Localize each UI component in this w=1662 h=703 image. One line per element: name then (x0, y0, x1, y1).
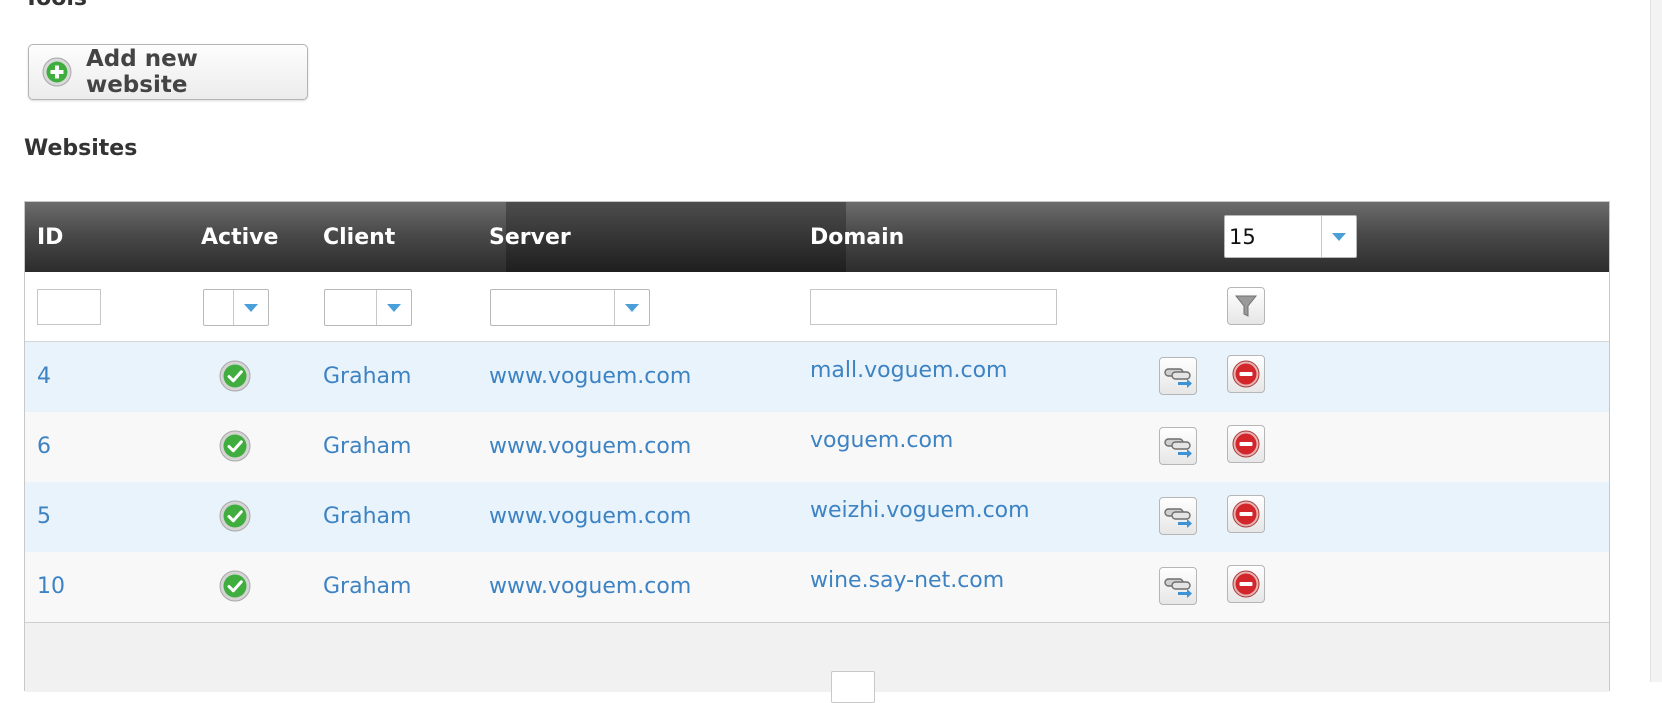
chevron-down-icon (387, 303, 401, 312)
table-header-row: ID Active Client Server Domain 15 (25, 202, 1609, 272)
add-new-website-label: Add new website (85, 46, 198, 98)
page-size-dropdown-arrow[interactable] (1321, 216, 1356, 257)
check-circle-icon (219, 500, 251, 532)
cell-id-link[interactable]: 10 (37, 574, 65, 599)
cell-server-link[interactable]: www.voguem.com (489, 434, 691, 459)
cell-client-link[interactable]: Graham (323, 504, 411, 529)
delete-button[interactable] (1227, 495, 1265, 533)
link-edit-icon (1164, 368, 1192, 388)
chevron-down-icon (1332, 232, 1346, 241)
column-header-domain[interactable]: Domain (810, 225, 904, 250)
tools-heading: Tools (24, 0, 87, 11)
link-edit-icon (1164, 578, 1192, 598)
add-new-website-button[interactable]: Add new website (28, 44, 308, 100)
column-header-server[interactable]: Server (489, 225, 571, 250)
edit-link-button[interactable] (1159, 567, 1197, 605)
filter-domain-input[interactable] (810, 289, 1057, 325)
delete-icon (1232, 360, 1260, 388)
cell-domain-link[interactable]: wine.say-net.com (810, 568, 1004, 593)
cell-client-link[interactable]: Graham (323, 434, 411, 459)
cell-domain-link[interactable]: weizhi.voguem.com (810, 498, 1030, 523)
cell-server-link[interactable]: www.voguem.com (489, 504, 691, 529)
filter-server-select[interactable] (490, 289, 650, 326)
edit-link-button[interactable] (1159, 427, 1197, 465)
plus-circle-icon (42, 57, 72, 87)
column-header-active[interactable]: Active (201, 225, 278, 250)
column-header-id[interactable]: ID (37, 225, 63, 250)
chevron-down-icon (244, 303, 258, 312)
table-row: 4 Graham www.voguem.com mall.voguem.com (25, 342, 1609, 412)
page-size-value: 15 (1229, 224, 1256, 249)
filter-active-dropdown-arrow[interactable] (233, 290, 268, 325)
delete-button[interactable] (1227, 355, 1265, 393)
link-edit-icon (1164, 438, 1192, 458)
cell-client-link[interactable]: Graham (323, 364, 411, 389)
table-row: 5 Graham www.voguem.com weizhi.voguem.co… (25, 482, 1609, 552)
edit-link-button[interactable] (1159, 497, 1197, 535)
websites-heading: Websites (24, 136, 138, 161)
cell-client-link[interactable]: Graham (323, 574, 411, 599)
apply-filter-button[interactable] (1227, 287, 1265, 325)
table-row: 6 Graham www.voguem.com voguem.com (25, 412, 1609, 482)
delete-button[interactable] (1227, 565, 1265, 603)
filter-active-select[interactable] (203, 289, 269, 326)
filter-row (25, 272, 1609, 342)
chevron-down-icon (625, 303, 639, 312)
funnel-icon (1234, 295, 1258, 317)
page-size-select[interactable]: 15 (1224, 215, 1357, 258)
pager-control[interactable] (831, 671, 875, 703)
delete-icon (1232, 430, 1260, 458)
filter-client-dropdown-arrow[interactable] (376, 290, 411, 325)
check-circle-icon (219, 570, 251, 602)
check-circle-icon (219, 430, 251, 462)
link-edit-icon (1164, 508, 1192, 528)
check-circle-icon (219, 360, 251, 392)
cell-id-link[interactable]: 4 (37, 364, 51, 389)
filter-client-select[interactable] (324, 289, 412, 326)
table-row: 10 Graham www.voguem.com wine.say-net.co… (25, 552, 1609, 622)
delete-button[interactable] (1227, 425, 1265, 463)
delete-icon (1232, 570, 1260, 598)
cell-server-link[interactable]: www.voguem.com (489, 574, 691, 599)
column-header-client[interactable]: Client (323, 225, 395, 250)
filter-server-dropdown-arrow[interactable] (614, 290, 649, 325)
cell-id-link[interactable]: 6 (37, 434, 51, 459)
websites-table: ID Active Client Server Domain 15 4 Grah… (24, 201, 1610, 703)
page-scrollbar[interactable] (1650, 0, 1662, 682)
delete-icon (1232, 500, 1260, 528)
edit-link-button[interactable] (1159, 357, 1197, 395)
filter-id-input[interactable] (37, 289, 101, 325)
cell-server-link[interactable]: www.voguem.com (489, 364, 691, 389)
cell-domain-link[interactable]: voguem.com (810, 428, 953, 453)
cell-domain-link[interactable]: mall.voguem.com (810, 358, 1007, 383)
cell-id-link[interactable]: 5 (37, 504, 51, 529)
